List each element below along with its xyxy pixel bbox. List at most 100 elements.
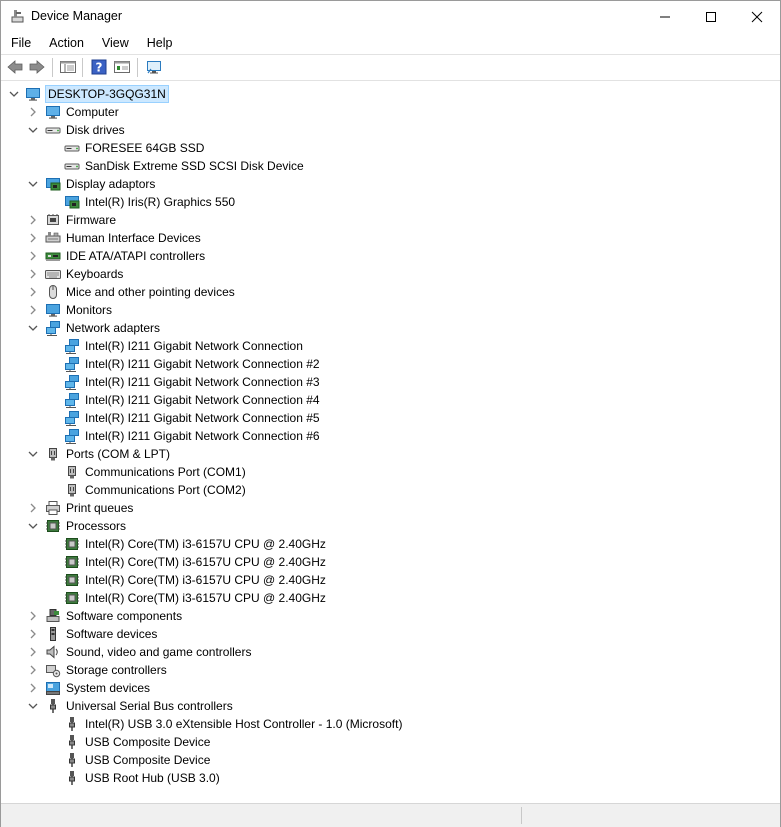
display-adapter-icon (45, 176, 61, 192)
tree-category-row[interactable]: Computer (4, 103, 778, 121)
tree-device-row[interactable]: Intel(R) I211 Gigabit Network Connection… (4, 391, 778, 409)
help-button[interactable]: ? (90, 59, 108, 75)
tree-device-row[interactable]: Intel(R) Core(TM) i3-6157U CPU @ 2.40GHz (4, 589, 778, 607)
tree-category-row[interactable]: Firmware (4, 211, 778, 229)
tree-category-label: Computer (66, 105, 119, 119)
tree-device-row[interactable]: Intel(R) I211 Gigabit Network Connection (4, 337, 778, 355)
tree-category-row[interactable]: Monitors (4, 301, 778, 319)
tree-device-label: Intel(R) I211 Gigabit Network Connection… (85, 411, 320, 425)
expand-chevron-icon[interactable] (27, 232, 39, 244)
computer-icon (45, 104, 61, 120)
device-tree[interactable]: DESKTOP-3GQG31N Computer Disk drives FORESE… (4, 81, 778, 803)
tree-category-row[interactable]: Storage controllers (4, 661, 778, 679)
tree-device-row[interactable]: Intel(R) I211 Gigabit Network Connection… (4, 373, 778, 391)
tree-category-label: Monitors (66, 303, 113, 317)
tree-category-label: Storage controllers (66, 663, 167, 677)
expand-chevron-icon[interactable] (27, 214, 39, 226)
expand-chevron-icon[interactable] (27, 682, 39, 694)
expand-chevron-icon[interactable] (27, 304, 39, 316)
expand-chevron-icon[interactable] (27, 268, 39, 280)
back-button[interactable] (6, 59, 24, 75)
menu-action[interactable]: Action (39, 32, 92, 54)
tree-category-row[interactable]: IDE ATA/ATAPI controllers (4, 247, 778, 265)
expand-chevron-icon[interactable] (27, 286, 39, 298)
tree-device-label: Intel(R) Core(TM) i3-6157U CPU @ 2.40GHz (85, 591, 326, 605)
tree-device-label: USB Root Hub (USB 3.0) (85, 771, 220, 785)
storage-controller-icon (45, 662, 61, 678)
tree-device-row[interactable]: Intel(R) I211 Gigabit Network Connection… (4, 427, 778, 445)
tree-device-row[interactable]: FORESEE 64GB SSD (4, 139, 778, 157)
forward-button[interactable] (28, 59, 46, 75)
processor-icon (64, 536, 80, 552)
expand-chevron-icon[interactable] (27, 106, 39, 118)
collapse-chevron-icon[interactable] (27, 520, 39, 532)
tree-category-row[interactable]: Software components (4, 607, 778, 625)
status-separator (521, 807, 522, 824)
minimize-icon (660, 16, 670, 17)
expand-chevron-icon[interactable] (27, 646, 39, 658)
tree-device-label: Intel(R) I211 Gigabit Network Connection… (85, 393, 320, 407)
tree-category-row[interactable]: Network adapters (4, 319, 778, 337)
tree-category-row[interactable]: Disk drives (4, 121, 778, 139)
tree-device-row[interactable]: USB Root Hub (USB 3.0) (4, 769, 778, 787)
tree-device-row[interactable]: Intel(R) Core(TM) i3-6157U CPU @ 2.40GHz (4, 535, 778, 553)
processor-icon (45, 518, 61, 534)
tree-category-row[interactable]: Sound, video and game controllers (4, 643, 778, 661)
network-adapter-icon (45, 320, 61, 336)
tree-category-row[interactable]: Software devices (4, 625, 778, 643)
tree-category-row[interactable]: Human Interface Devices (4, 229, 778, 247)
mouse-icon (45, 284, 61, 300)
tree-device-row[interactable]: Communications Port (COM1) (4, 463, 778, 481)
scan-monitor-icon (147, 61, 161, 74)
network-adapter-icon (64, 374, 80, 390)
menu-file[interactable]: File (1, 32, 39, 54)
tree-device-row[interactable]: Intel(R) Core(TM) i3-6157U CPU @ 2.40GHz (4, 553, 778, 571)
maximize-button[interactable] (688, 1, 734, 32)
network-adapter-icon (64, 356, 80, 372)
expand-chevron-icon[interactable] (27, 250, 39, 262)
collapse-chevron-icon[interactable] (27, 448, 39, 460)
minimize-button[interactable] (642, 1, 688, 32)
show-hide-console-tree-button[interactable] (59, 59, 77, 75)
tree-category-row[interactable]: Mice and other pointing devices (4, 283, 778, 301)
network-adapter-icon (64, 392, 80, 408)
tree-device-row[interactable]: Communications Port (COM2) (4, 481, 778, 499)
scan-hardware-changes-button[interactable] (145, 59, 163, 75)
maximize-icon (706, 11, 716, 22)
menu-view[interactable]: View (92, 32, 137, 54)
tree-device-row[interactable]: Intel(R) Core(TM) i3-6157U CPU @ 2.40GHz (4, 571, 778, 589)
expand-chevron-icon[interactable] (27, 610, 39, 622)
tree-category-row[interactable]: Keyboards (4, 265, 778, 283)
properties-button[interactable] (113, 59, 131, 75)
tree-device-row[interactable]: SanDisk Extreme SSD SCSI Disk Device (4, 157, 778, 175)
tree-category-row[interactable]: Processors (4, 517, 778, 535)
tree-device-row[interactable]: USB Composite Device (4, 751, 778, 769)
expand-chevron-icon[interactable] (27, 628, 39, 640)
collapse-chevron-icon[interactable] (27, 124, 39, 136)
tree-category-row[interactable]: Print queues (4, 499, 778, 517)
menu-help[interactable]: Help (137, 32, 181, 54)
tree-root-row[interactable]: DESKTOP-3GQG31N (4, 85, 778, 103)
expand-chevron-icon[interactable] (27, 502, 39, 514)
tree-device-row[interactable]: USB Composite Device (4, 733, 778, 751)
tree-device-row[interactable]: Intel(R) USB 3.0 eXtensible Host Control… (4, 715, 778, 733)
tree-category-row[interactable]: Display adaptors (4, 175, 778, 193)
disk-drive-icon (45, 122, 61, 138)
collapse-chevron-icon[interactable] (27, 178, 39, 190)
tree-device-label: Intel(R) I211 Gigabit Network Connection… (85, 357, 320, 371)
tree-device-row[interactable]: Intel(R) I211 Gigabit Network Connection… (4, 409, 778, 427)
collapse-chevron-icon[interactable] (27, 700, 39, 712)
expand-chevron-icon[interactable] (27, 664, 39, 676)
tree-device-row[interactable]: Intel(R) Iris(R) Graphics 550 (4, 193, 778, 211)
usb-icon (45, 698, 61, 714)
keyboard-icon (45, 266, 61, 282)
title-bar[interactable]: Device Manager (1, 1, 780, 32)
collapse-chevron-icon[interactable] (27, 322, 39, 334)
tree-category-row[interactable]: Ports (COM & LPT) (4, 445, 778, 463)
tree-category-row[interactable]: System devices (4, 679, 778, 697)
tree-category-row[interactable]: Universal Serial Bus controllers (4, 697, 778, 715)
close-button[interactable] (734, 1, 780, 32)
tree-device-row[interactable]: Intel(R) I211 Gigabit Network Connection… (4, 355, 778, 373)
device-manager-app-icon (10, 8, 26, 24)
collapse-chevron-icon[interactable] (8, 88, 20, 100)
